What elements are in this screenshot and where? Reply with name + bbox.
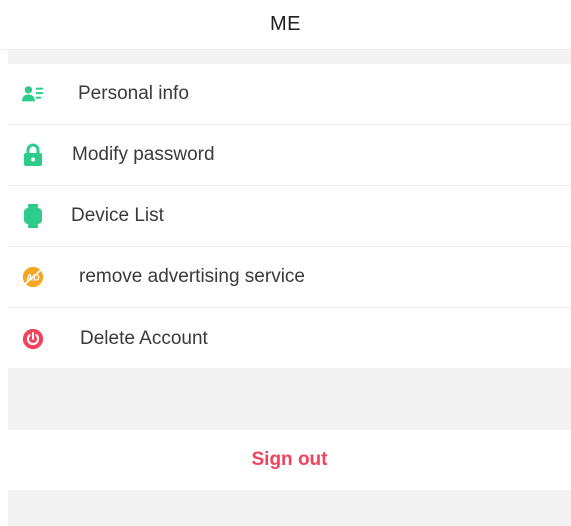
section-spacer [8,490,571,526]
menu-item-personal-info[interactable]: Personal info [8,64,571,125]
menu-item-label: Personal info [78,83,189,104]
menu-item-delete-account[interactable]: Delete Account [8,308,571,369]
me-screen: ME Personal info Modify password Device … [0,0,571,526]
person-card-icon [22,83,44,105]
menu-item-label: Modify password [72,144,215,165]
lock-icon [22,143,44,166]
section-spacer [8,50,571,64]
power-icon [22,328,44,350]
menu-item-remove-ads[interactable]: AD remove advertising service [8,247,571,308]
menu-item-modify-password[interactable]: Modify password [8,125,571,186]
settings-menu: Personal info Modify password Device Lis… [8,64,571,369]
menu-item-label: Device List [71,205,164,226]
sign-out-label: Sign out [251,449,328,470]
menu-item-label: remove advertising service [79,266,305,287]
section-spacer [8,368,571,430]
menu-item-label: Delete Account [80,327,208,349]
menu-item-device-list[interactable]: Device List [8,186,571,247]
page-title: ME [270,13,301,35]
sign-out-button[interactable]: Sign out [8,430,571,490]
watch-icon [22,204,44,228]
page-header: ME [0,0,571,50]
no-ads-icon: AD [22,266,44,288]
